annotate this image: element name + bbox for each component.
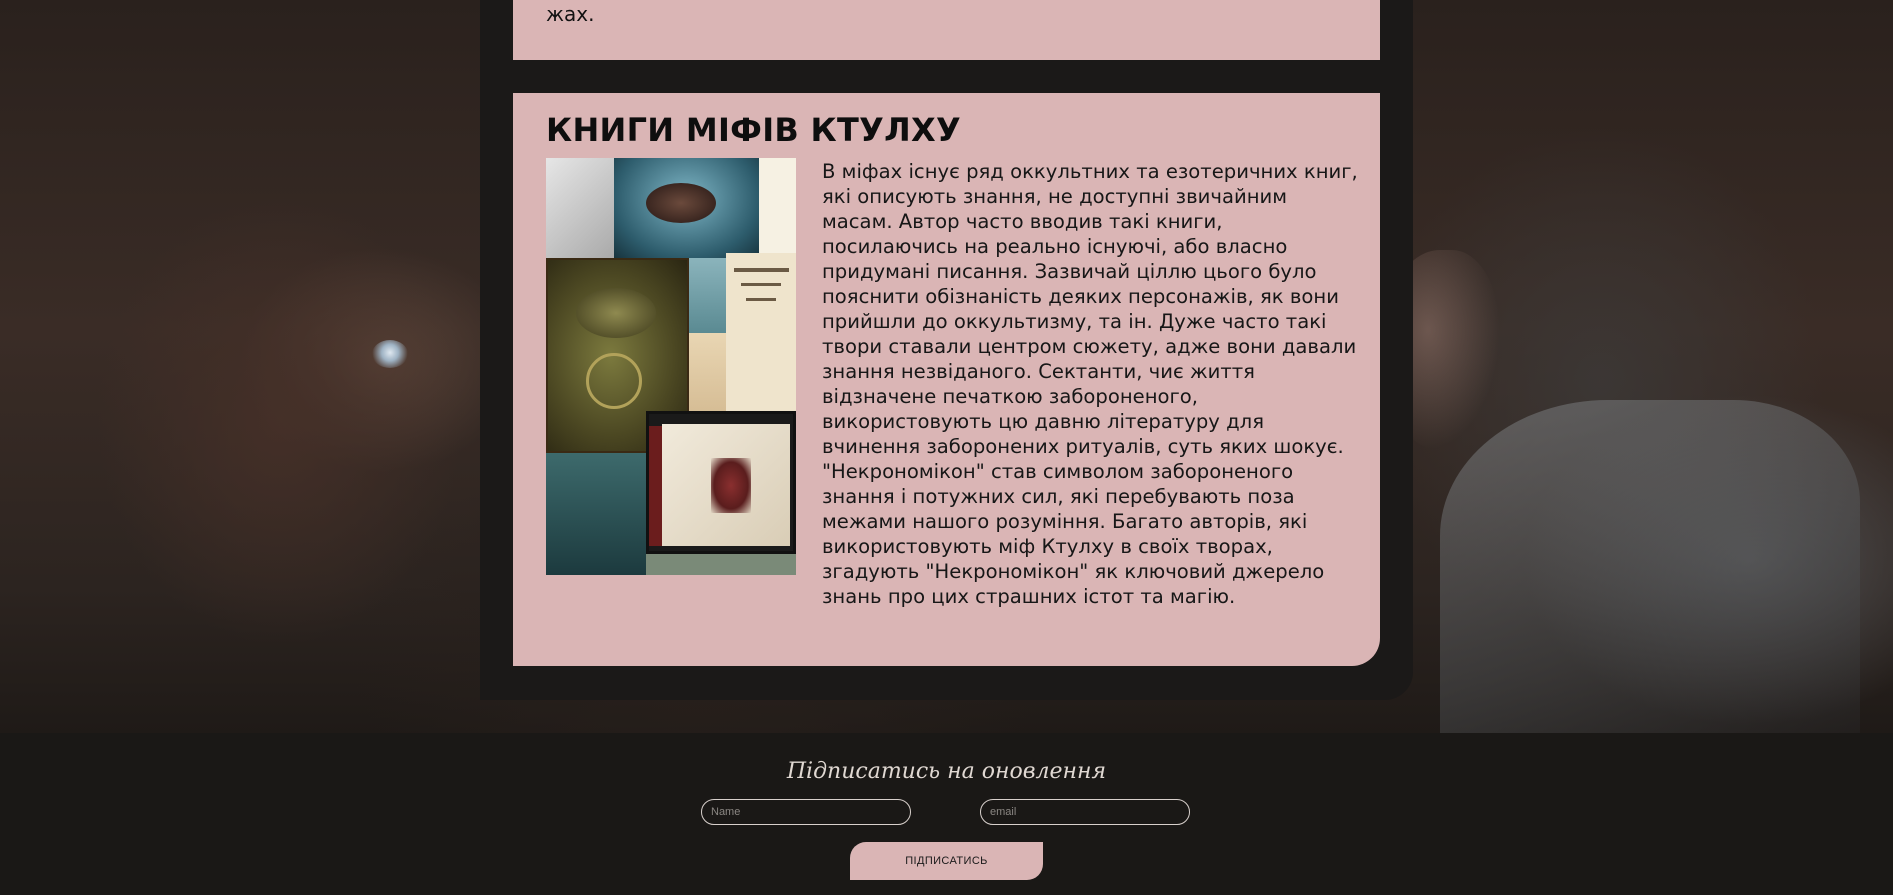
collage-text-line xyxy=(746,298,776,301)
previous-section-text: жах. xyxy=(546,2,595,26)
collage-tile-map xyxy=(689,258,726,333)
books-collage-image xyxy=(546,158,796,575)
subscribe-title: Підписатись на оновлення xyxy=(786,759,1107,784)
collage-elder-sign xyxy=(586,353,642,409)
collage-text-line xyxy=(734,268,789,272)
collage-tile-paper xyxy=(546,158,616,258)
collage-tile-blank xyxy=(759,158,796,258)
background-eye-glint xyxy=(372,340,408,368)
collage-tile-dark xyxy=(546,453,646,575)
collage-tentacle-emblem xyxy=(576,288,656,338)
collage-book-spine xyxy=(649,426,662,546)
section-body: В міфах існує ряд оккультних та езотерич… xyxy=(822,159,1362,609)
collage-tile-creature xyxy=(646,183,716,223)
section-title: КНИГИ МІФІВ КТУЛХУ xyxy=(546,111,961,149)
collage-book-illustration xyxy=(711,458,751,513)
background-figure-coat xyxy=(1440,400,1860,733)
subscribe-button[interactable]: ПІДПИСАТИСЬ xyxy=(850,842,1043,880)
books-section-card: КНИГИ МІФІВ КТУЛХУ В міфах існує ряд окк… xyxy=(513,93,1380,666)
email-input[interactable] xyxy=(980,799,1190,825)
subscribe-footer: Підписатись на оновлення ПІДПИСАТИСЬ xyxy=(0,733,1893,895)
collage-text-line xyxy=(741,283,781,286)
previous-section-card: жах. xyxy=(513,0,1380,60)
section-paragraph-1: В міфах існує ряд оккультних та езотерич… xyxy=(822,160,1358,458)
name-input[interactable] xyxy=(701,799,911,825)
collage-tile-bottom xyxy=(646,554,796,575)
section-paragraph-2: "Некрономікон" став символом забороненог… xyxy=(822,460,1325,608)
collage-tile-title-page xyxy=(726,253,796,423)
